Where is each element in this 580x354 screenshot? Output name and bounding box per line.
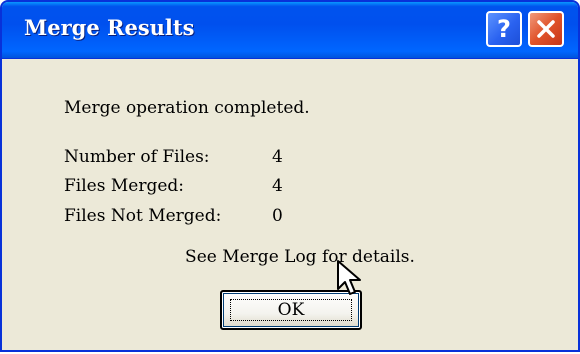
stat-value: 4 [272, 176, 283, 196]
mouse-pointer-icon [337, 260, 361, 295]
stat-label: Files Not Merged: [64, 206, 222, 226]
close-button[interactable] [528, 11, 564, 47]
title-bar[interactable]: Merge Results ? [2, 2, 578, 59]
merge-results-dialog: Merge Results ? Merge operation complete… [0, 0, 580, 352]
dialog-title: Merge Results [24, 15, 195, 40]
stat-label: Number of Files: [64, 147, 210, 167]
help-button[interactable]: ? [486, 11, 522, 47]
details-text: See Merge Log for details. [185, 247, 415, 267]
stat-label: Files Merged: [64, 176, 185, 196]
completion-message: Merge operation completed. [64, 98, 310, 118]
stat-value: 0 [272, 206, 283, 226]
close-x-icon [537, 20, 555, 38]
stat-value: 4 [272, 147, 283, 167]
focus-rectangle [230, 299, 352, 321]
question-mark-icon: ? [497, 15, 511, 43]
dialog-body: Merge operation completed. Number of Fil… [2, 59, 578, 350]
